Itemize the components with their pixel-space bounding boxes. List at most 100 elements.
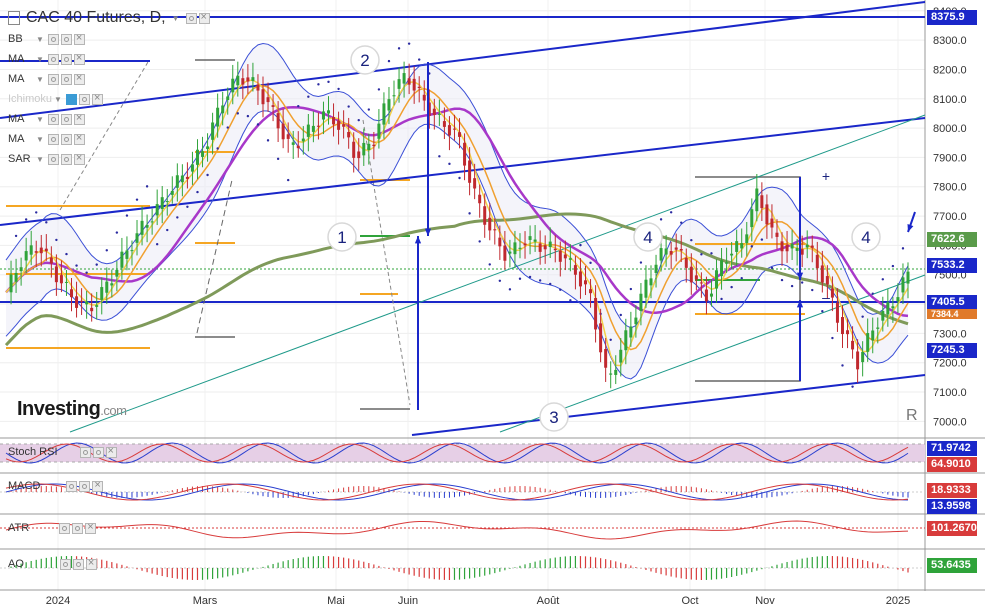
settings-icon[interactable] — [60, 53, 72, 65]
candle-body — [271, 105, 275, 107]
chevron-down-icon[interactable]: ▼ — [172, 14, 180, 23]
sar-dot — [186, 205, 189, 208]
chevron-down-icon[interactable]: ▼ — [36, 155, 44, 164]
settings-icon[interactable] — [66, 480, 78, 492]
candle-body — [770, 218, 774, 228]
settings-icon[interactable] — [79, 480, 91, 492]
candle-body — [866, 333, 870, 352]
y-tick-label: 8100.0 — [933, 94, 967, 106]
stoch-rsi-panel — [0, 442, 925, 464]
candle-body — [442, 121, 446, 127]
settings-icon[interactable] — [60, 73, 72, 85]
settings-icon[interactable] — [47, 33, 59, 45]
stoch-rsi-label[interactable]: Stoch RSI — [8, 445, 119, 458]
candle-body — [810, 245, 814, 248]
settings-icon[interactable] — [47, 53, 59, 65]
indicator-row[interactable]: MA ▼ — [8, 131, 87, 147]
settings-icon[interactable] — [59, 558, 71, 570]
candle-body — [578, 271, 582, 287]
settings-icon[interactable] — [72, 522, 84, 534]
close-icon[interactable] — [73, 152, 85, 165]
sar-dot — [14, 234, 18, 238]
chevron-down-icon[interactable]: ▼ — [36, 75, 44, 84]
settings-icon[interactable] — [47, 113, 59, 125]
settings-icon[interactable] — [47, 153, 59, 165]
settings-icon[interactable] — [60, 133, 72, 145]
candle-body — [261, 89, 265, 105]
settings-icon[interactable] — [60, 33, 72, 45]
atr-label[interactable]: ATR — [8, 521, 98, 534]
chevron-down-icon[interactable]: ▼ — [36, 55, 44, 64]
sar-dot — [619, 313, 622, 317]
close-icon[interactable] — [85, 557, 97, 570]
chevron-down-icon[interactable]: ▼ — [54, 95, 62, 104]
close-icon[interactable] — [91, 92, 103, 105]
settings-icon[interactable] — [79, 446, 91, 458]
sar-dot — [307, 95, 310, 98]
candle-body — [402, 73, 406, 84]
close-icon[interactable] — [92, 479, 104, 492]
close-icon[interactable] — [73, 112, 85, 125]
candle-body — [59, 275, 63, 284]
chevron-down-icon[interactable]: ▼ — [36, 115, 44, 124]
settings-icon[interactable] — [59, 522, 71, 534]
candle-body — [835, 302, 839, 323]
settings-icon[interactable] — [78, 93, 90, 105]
candle-body — [347, 132, 351, 138]
settings-icon[interactable] — [47, 133, 59, 145]
candle-body — [725, 262, 729, 264]
indicator-row[interactable]: MA ▼ — [8, 71, 87, 87]
settings-icon[interactable] — [185, 12, 197, 24]
sar-dot — [125, 214, 129, 217]
indicator-row[interactable]: BB ▼ — [8, 31, 87, 47]
sar-dot — [407, 42, 411, 45]
indicator-row[interactable]: MA ▼ — [8, 111, 87, 127]
chart-title[interactable]: CAC 40 Futures, D, ▼ — [8, 9, 212, 27]
candle-body — [478, 194, 482, 204]
settings-icon[interactable] — [72, 558, 84, 570]
plus-sign: + — [822, 168, 830, 184]
candle-body — [125, 250, 129, 259]
candle-body — [276, 113, 280, 129]
close-icon[interactable] — [85, 521, 97, 534]
candle-body — [815, 254, 819, 269]
close-icon[interactable] — [105, 445, 117, 458]
indicator-label: MA — [8, 73, 25, 85]
sar-dot — [85, 271, 88, 274]
candle-body — [704, 289, 708, 302]
candle-body — [891, 306, 895, 309]
candle-body — [85, 301, 89, 305]
indicator-row[interactable]: SAR ▼ — [8, 151, 87, 167]
close-icon[interactable] — [73, 32, 85, 45]
x-tick-label: Mars — [193, 595, 218, 607]
ao-name: AO — [8, 558, 24, 570]
candle-body — [24, 251, 28, 261]
macd-label[interactable]: MACD — [8, 479, 105, 492]
candle-body — [896, 297, 900, 302]
close-icon[interactable] — [73, 72, 85, 85]
settings-icon[interactable] — [92, 446, 104, 458]
indicator-row[interactable]: MA ▼ — [8, 51, 87, 67]
settings-icon[interactable] — [60, 113, 72, 125]
ao-label[interactable]: AO — [8, 557, 99, 570]
sar-dot — [549, 282, 552, 286]
settings-icon[interactable] — [60, 153, 72, 165]
wave-label: 4 — [861, 228, 870, 247]
sar-dot — [851, 385, 854, 388]
sar-dot — [145, 185, 149, 188]
sar-dot — [418, 58, 421, 61]
visibility-icon[interactable] — [65, 93, 77, 105]
close-icon[interactable] — [73, 52, 85, 65]
close-icon[interactable] — [198, 11, 210, 24]
candle-body — [100, 287, 104, 300]
chevron-down-icon[interactable]: ▼ — [36, 35, 44, 44]
close-icon[interactable] — [73, 132, 85, 145]
sar-dot — [871, 292, 874, 295]
document-icon — [8, 11, 20, 25]
candle-body — [432, 108, 436, 115]
sar-dot — [881, 278, 885, 281]
indicator-row[interactable]: Ichimoku ▼ — [8, 91, 105, 107]
candle-body — [684, 257, 688, 268]
settings-icon[interactable] — [47, 73, 59, 85]
chevron-down-icon[interactable]: ▼ — [36, 135, 44, 144]
